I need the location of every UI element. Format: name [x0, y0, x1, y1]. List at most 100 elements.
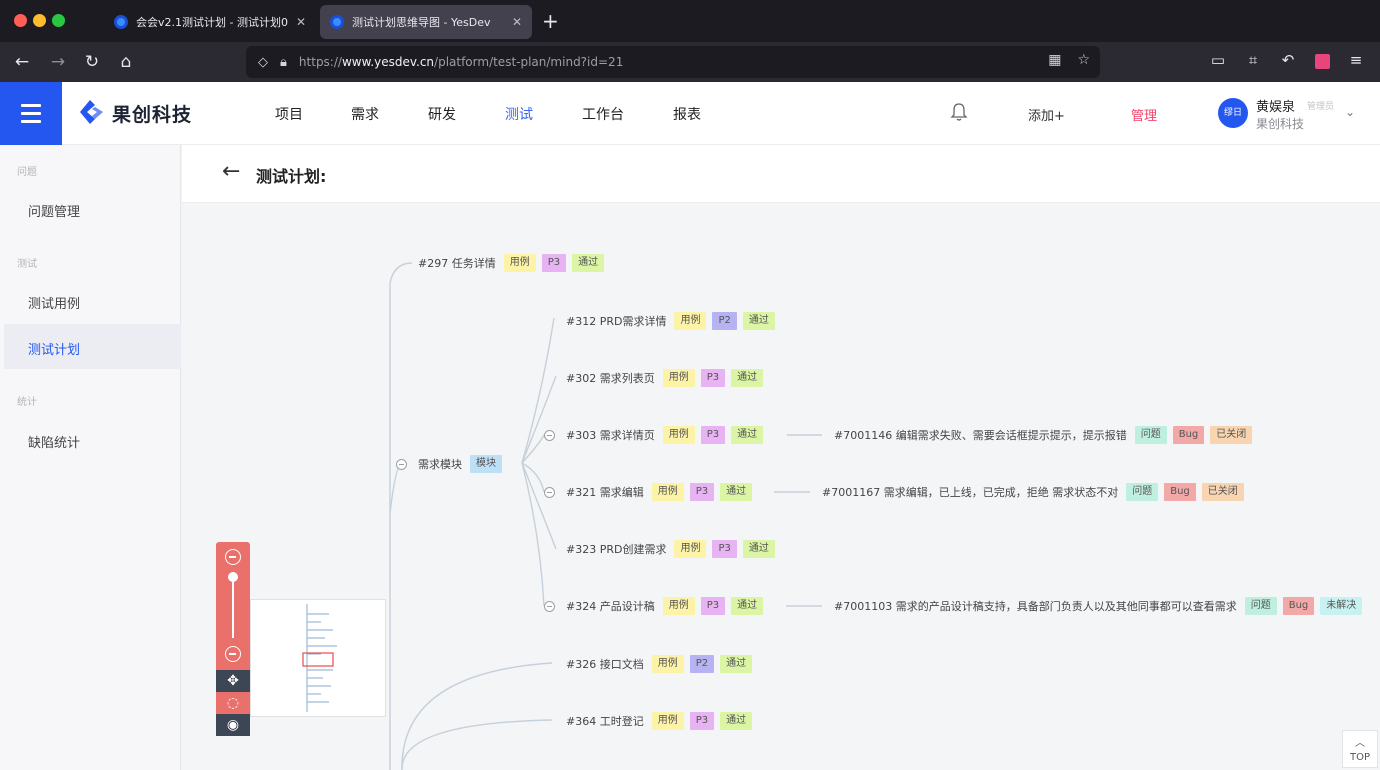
nav-workbench[interactable]: 工作台 [582, 104, 624, 124]
mindmap-issue-node[interactable]: #7001146 编辑需求失败、需要会话框提示提示，提示报错 问题 Bug 已关… [834, 425, 1258, 445]
qr-code-icon[interactable]: ▦ [1048, 52, 1061, 68]
page-title: 测试计划: [256, 167, 327, 186]
mindmap-node[interactable]: #303 需求详情页 用例 P3 通过 [566, 425, 769, 445]
back-arrow-icon[interactable]: ← [10, 50, 34, 74]
tag-priority: P3 [700, 369, 726, 387]
bookmark-star-icon[interactable]: ☆ [1077, 52, 1090, 68]
nav-requirements[interactable]: 需求 [351, 104, 379, 124]
minimap-preview [302, 604, 337, 712]
new-tab-button[interactable]: + [542, 9, 559, 33]
issue-label: #7001167 需求编辑，已上线，已完成，拒绝 需求状态不对 [822, 486, 1119, 499]
add-button[interactable]: 添加+ [1028, 105, 1065, 124]
minimap[interactable] [250, 599, 386, 717]
tag-case: 用例 [662, 597, 695, 615]
sidebar-item-defect-stats[interactable]: 缺陷统计 [28, 432, 80, 451]
tag-issue: 问题 [1244, 597, 1277, 615]
tag-case: 用例 [651, 712, 684, 730]
sidebar-item-issue-management[interactable]: 问题管理 [28, 201, 80, 220]
crop-icon[interactable]: ⌗ [1242, 51, 1264, 69]
undo-icon[interactable]: ↶ [1277, 51, 1299, 69]
minimize-window-button[interactable] [33, 14, 46, 27]
browser-tab-2[interactable]: 测试计划思维导图 - YesDev ✕ [320, 5, 532, 39]
zoom-out-icon[interactable] [225, 646, 241, 662]
tag-case: 用例 [674, 540, 707, 558]
back-arrow-icon[interactable]: ← [222, 159, 240, 184]
address-bar[interactable]: ◇ 🔒︎ https:// www.yesdev.cn /platform/te… [246, 46, 1100, 78]
tag-case: 用例 [662, 426, 695, 444]
mindmap-issue-node[interactable]: #7001103 需求的产品设计稿支持，具备部门负责人以及其他同事都可以查看需求… [834, 596, 1368, 616]
tag-status: 通过 [731, 426, 764, 444]
forward-arrow-icon[interactable]: → [46, 50, 70, 74]
close-tab-icon[interactable]: ✕ [512, 15, 522, 29]
move-icon[interactable]: ✥ [216, 670, 250, 692]
shield-icon: ◇ [258, 54, 268, 70]
app-root: 果创科技 项目 需求 研发 测试 工作台 报表 添加+ 管理 缪日 黄娱泉 管理… [0, 82, 1380, 770]
collapse-node-toggle[interactable] [544, 601, 555, 612]
tag-priority: P3 [541, 254, 567, 272]
tag-priority: P2 [712, 312, 737, 330]
brand-logo[interactable]: 果创科技 [76, 98, 192, 128]
node-label: #312 PRD需求详情 [566, 315, 667, 328]
user-role: 管理员 [1307, 102, 1335, 112]
nav-testing[interactable]: 测试 [505, 104, 533, 124]
app-header: 果创科技 项目 需求 研发 测试 工作台 报表 添加+ 管理 缪日 黄娱泉 管理… [0, 82, 1380, 145]
zoom-slider-handle[interactable] [228, 572, 238, 582]
sidebar-group-testing: 测试 [17, 259, 37, 270]
sidebar: 问题 问题管理 测试 测试用例 测试计划 统计 缺陷统计 [0, 145, 181, 770]
mindmap-canvas[interactable]: #297 任务详情 用例 P3 通过 需求模块 模块 #312 PRD需求详情 … [182, 203, 1380, 770]
maximize-window-button[interactable] [52, 14, 65, 27]
collapse-node-toggle[interactable] [396, 459, 407, 470]
fit-screen-icon[interactable]: ◌ [216, 692, 250, 714]
collapse-node-toggle[interactable] [544, 430, 555, 441]
hamburger-menu-button[interactable] [0, 82, 62, 145]
home-icon[interactable]: ⌂ [114, 50, 138, 74]
nav-reports[interactable]: 报表 [673, 104, 701, 124]
mindmap-module-node[interactable]: 需求模块 模块 [418, 454, 508, 474]
tag-status: 通过 [720, 483, 753, 501]
tag-issue-status: 已关闭 [1201, 483, 1244, 501]
sidebar-item-test-plans[interactable]: 测试计划 [28, 339, 80, 358]
mindmap-node[interactable]: #297 任务详情 用例 P3 通过 [418, 253, 610, 273]
sidebar-toggle-icon[interactable]: ▭ [1207, 51, 1229, 69]
mindmap-issue-node[interactable]: #7001167 需求编辑，已上线，已完成，拒绝 需求状态不对 问题 Bug 已… [822, 482, 1250, 502]
mindmap-node[interactable]: #302 需求列表页 用例 P3 通过 [566, 368, 769, 388]
node-label: #323 PRD创建需求 [566, 543, 667, 556]
chevron-up-icon: ︿ [1355, 738, 1365, 749]
url-host: www.yesdev.cn [341, 55, 435, 69]
app-menu-icon[interactable]: ≡ [1345, 51, 1367, 69]
mindmap-node[interactable]: #312 PRD需求详情 用例 P2 通过 [566, 311, 781, 331]
url-path: /platform/test-plan/mind?id=21 [434, 55, 624, 69]
close-window-button[interactable] [14, 14, 27, 27]
mindmap-node[interactable]: #324 产品设计稿 用例 P3 通过 [566, 596, 769, 616]
back-to-top-button[interactable]: ︿ TOP [1342, 730, 1378, 768]
reload-icon[interactable]: ↻ [80, 50, 104, 74]
tag-priority: P3 [689, 712, 715, 730]
tag-priority: P3 [689, 483, 715, 501]
mindmap-node[interactable]: #323 PRD创建需求 用例 P3 通过 [566, 539, 781, 559]
nav-projects[interactable]: 项目 [275, 104, 303, 124]
zoom-in-icon[interactable] [225, 549, 241, 565]
browser-tab-1[interactable]: 会会v2.1测试计划 - 测试计划03 ✕ [104, 5, 316, 39]
chevron-down-icon[interactable]: ⌄ [1345, 105, 1355, 119]
extension-icon[interactable] [1311, 51, 1333, 73]
nav-development[interactable]: 研发 [428, 104, 456, 124]
collapse-node-toggle[interactable] [544, 487, 555, 498]
main-content: ← 测试计划: #297 任务详情 用例 P3 通过 需求模块 模块 #312 … [182, 145, 1380, 770]
issue-label: #7001103 需求的产品设计稿支持，具备部门负责人以及其他同事都可以查看需求 [834, 600, 1237, 613]
mindmap-node[interactable]: #364 工时登记 用例 P3 通过 [566, 711, 758, 731]
admin-link[interactable]: 管理 [1131, 105, 1157, 124]
yesdev-favicon-icon [330, 15, 344, 29]
tag-issue: 问题 [1126, 483, 1159, 501]
mindmap-node[interactable]: #326 接口文档 用例 P2 通过 [566, 654, 758, 674]
close-tab-icon[interactable]: ✕ [296, 15, 306, 29]
tag-issue-status: 未解决 [1320, 597, 1363, 615]
sidebar-item-test-cases[interactable]: 测试用例 [28, 293, 80, 312]
tag-priority: P3 [712, 540, 737, 558]
bell-icon[interactable] [950, 102, 968, 122]
eye-icon[interactable]: ◉ [216, 714, 250, 736]
mindmap-node[interactable]: #321 需求编辑 用例 P3 通过 [566, 482, 758, 502]
node-label: #302 需求列表页 [566, 372, 655, 385]
tag-status: 通过 [731, 597, 764, 615]
brand-name: 果创科技 [112, 103, 193, 126]
avatar[interactable]: 缪日 [1218, 98, 1248, 128]
